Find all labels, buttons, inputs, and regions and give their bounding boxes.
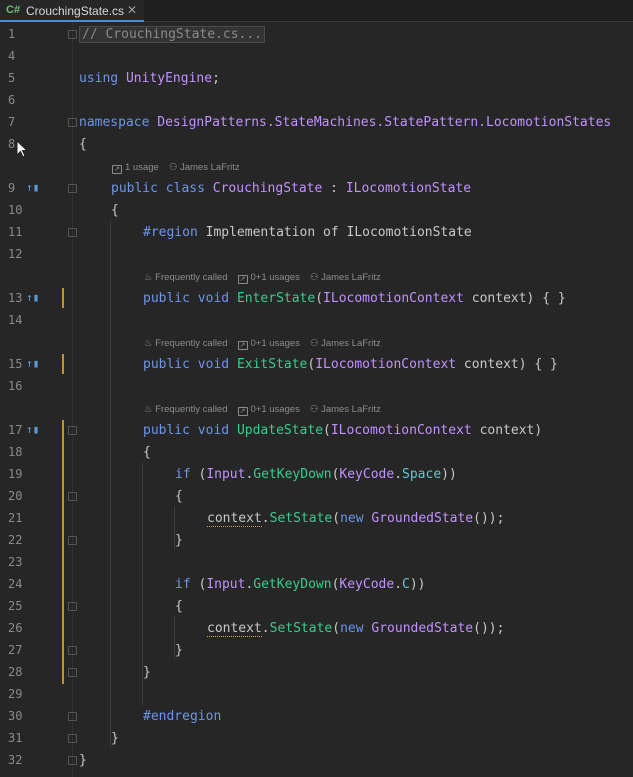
tab-bar: C# CrouchingState.cs ✕	[0, 0, 633, 22]
line-number: 15	[8, 357, 23, 371]
fold-toggle-icon[interactable]	[68, 118, 77, 127]
line-number: 25	[8, 599, 23, 613]
flame-icon: ♨	[144, 404, 156, 415]
author-icon: ⚇	[309, 404, 322, 415]
author-icon: ⚇	[168, 162, 180, 173]
code-line[interactable]: 1 // CrouchingState.cs...	[0, 24, 633, 46]
line-number: 16	[8, 379, 23, 393]
code-line[interactable]: 4	[0, 46, 633, 68]
line-number: 12	[8, 247, 23, 261]
code-line[interactable]: 19 if (Input.GetKeyDown(KeyCode.Space))	[0, 464, 633, 486]
fold-toggle-icon[interactable]	[68, 536, 77, 545]
line-number: 20	[8, 489, 23, 503]
code-line[interactable]: 15 ↑▮ public void ExitState(ILocomotionC…	[0, 354, 633, 376]
line-number: 21	[8, 511, 23, 525]
flame-icon: ♨	[144, 272, 156, 283]
line-number: 9	[8, 181, 16, 195]
close-icon[interactable]: ✕	[127, 3, 137, 17]
line-number: 29	[8, 687, 23, 701]
usage-icon: ↗	[237, 407, 248, 416]
line-number: 1	[8, 27, 16, 41]
codevision-hint: ♨ Frequently called ↗ 0+1 usages ⚇ James La…	[144, 338, 381, 350]
fold-toggle-icon[interactable]	[68, 646, 77, 655]
code-line[interactable]: 12	[0, 244, 633, 266]
line-number: 23	[8, 555, 23, 569]
fold-toggle-icon[interactable]	[68, 712, 77, 721]
code-line[interactable]: 20 {	[0, 486, 633, 508]
code-line[interactable]: 17 ↑▮ public void UpdateState(ILocomotio…	[0, 420, 633, 442]
flame-icon: ♨	[144, 338, 156, 349]
code-editor[interactable]: 1 // CrouchingState.cs... 4 5 using Unit…	[0, 22, 633, 777]
line-number: 28	[8, 665, 23, 679]
code-line[interactable]: 23	[0, 552, 633, 574]
code-line[interactable]: 9 ↑▮ public class CrouchingState : ILoco…	[0, 178, 633, 200]
line-number: 30	[8, 709, 23, 723]
code-line[interactable]: 8 {	[0, 134, 633, 156]
fold-toggle-icon[interactable]	[68, 228, 77, 237]
fold-toggle-icon[interactable]	[68, 492, 77, 501]
implements-icon[interactable]: ↑▮	[26, 423, 39, 436]
line-number: 32	[8, 753, 23, 767]
code-line[interactable]: 21 context.SetState(new GroundedState())…	[0, 508, 633, 530]
code-line[interactable]: 30 #endregion	[0, 706, 633, 728]
code-line[interactable]: 7 namespace DesignPatterns.StateMachines…	[0, 112, 633, 134]
usage-icon: ↗	[112, 165, 122, 174]
line-number: 13	[8, 291, 23, 305]
code-line[interactable]: 31 }	[0, 728, 633, 750]
code-line[interactable]: 14	[0, 310, 633, 332]
codevision-hint: ↗ 1 usage ⚇ James LaFritz	[0, 156, 633, 178]
code-line[interactable]: 22 }	[0, 530, 633, 552]
fold-toggle-icon[interactable]	[68, 602, 77, 611]
line-number: 10	[8, 203, 23, 217]
collapsed-header-comment[interactable]: // CrouchingState.cs...	[79, 26, 266, 43]
line-number: 11	[8, 225, 23, 239]
line-number: 27	[8, 643, 23, 657]
implements-icon[interactable]: ↑▮	[26, 291, 39, 304]
line-number: 4	[8, 49, 16, 63]
fold-toggle-icon[interactable]	[68, 756, 77, 765]
fold-toggle-icon[interactable]	[68, 184, 77, 193]
code-line[interactable]: 27 }	[0, 640, 633, 662]
line-number: 18	[8, 445, 23, 459]
code-line[interactable]: 24 if (Input.GetKeyDown(KeyCode.C))	[0, 574, 633, 596]
line-number: 14	[8, 313, 23, 327]
code-line[interactable]: 28 }	[0, 662, 633, 684]
line-number: 5	[8, 71, 16, 85]
code-line[interactable]: 16	[0, 376, 633, 398]
code-line[interactable]: 13 ↑▮ public void EnterState(ILocomotion…	[0, 288, 633, 310]
line-number: 31	[8, 731, 23, 745]
tab-label: CrouchingState.cs	[26, 4, 125, 18]
code-line[interactable]: 5 using UnityEngine;	[0, 68, 633, 90]
line-number: 17	[8, 423, 23, 437]
code-line[interactable]: 26 context.SetState(new GroundedState())…	[0, 618, 633, 640]
implements-icon[interactable]: ↑▮	[26, 181, 39, 194]
implements-icon[interactable]: ↑▮	[26, 357, 39, 370]
fold-toggle-icon[interactable]	[68, 734, 77, 743]
code-line[interactable]: 32 }	[0, 750, 633, 772]
csharp-icon: C#	[6, 4, 21, 16]
codevision-hint: ♨ Frequently called ↗ 0+1 usages ⚇ James La…	[144, 272, 381, 284]
code-line[interactable]: 25 {	[0, 596, 633, 618]
author-icon: ⚇	[309, 272, 322, 283]
line-number: 7	[8, 115, 16, 129]
line-number: 24	[8, 577, 23, 591]
fold-toggle-icon[interactable]	[68, 668, 77, 677]
usage-icon: ↗	[237, 275, 248, 284]
code-line[interactable]: 11 #region Implementation of ILocomotion…	[0, 222, 633, 244]
code-line[interactable]: 29	[0, 684, 633, 706]
line-number: 19	[8, 467, 23, 481]
code-line[interactable]: 10 {	[0, 200, 633, 222]
code-line[interactable]: 6	[0, 90, 633, 112]
usage-icon: ↗	[237, 341, 248, 350]
author-icon: ⚇	[309, 338, 322, 349]
fold-toggle-icon[interactable]	[68, 426, 77, 435]
tab-crouchingstate[interactable]: C# CrouchingState.cs ✕	[0, 0, 144, 22]
line-number: 22	[8, 533, 23, 547]
line-number: 26	[8, 621, 23, 635]
code-line[interactable]: 18 {	[0, 442, 633, 464]
codevision-hint: ♨ Frequently called ↗ 0+1 usages ⚇ James La…	[144, 404, 381, 416]
line-number: 6	[8, 93, 16, 107]
fold-toggle-icon[interactable]	[68, 30, 77, 39]
